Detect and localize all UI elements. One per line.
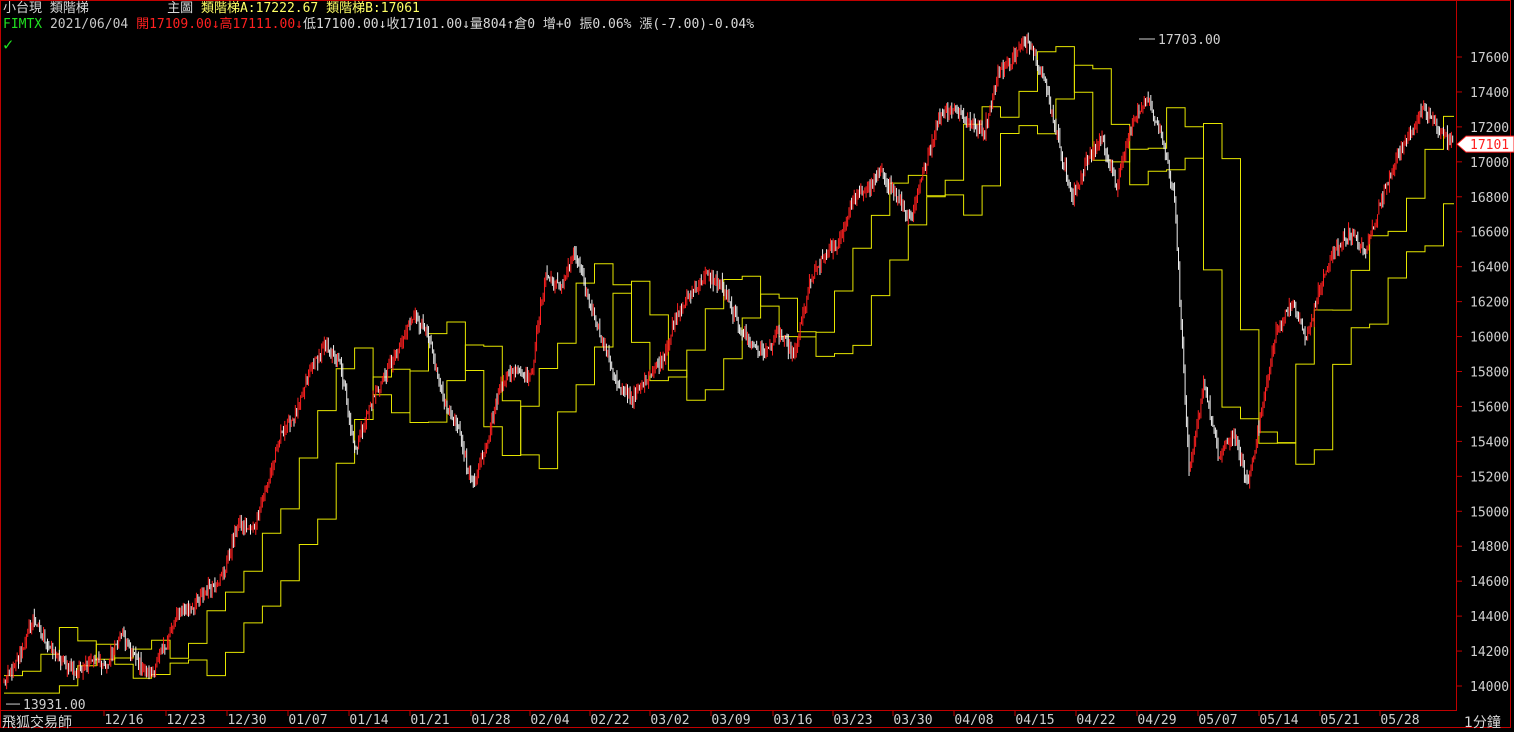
- quote-change: 漲(-7.00)-0.04%: [639, 17, 755, 32]
- indicator-name: 類階梯: [49, 1, 89, 16]
- y-tick-label: 14400: [1470, 610, 1509, 625]
- x-tick-label: 04/29: [1137, 713, 1176, 728]
- y-tick-label: 14000: [1470, 680, 1509, 695]
- symbol-name: 小台現: [3, 1, 43, 16]
- x-tick-label: 03/09: [711, 713, 750, 728]
- quote-bar: FIMTX 2021/06/04 開17109.00↓高17111.00↓低17…: [3, 17, 754, 33]
- y-tick-label: 15800: [1470, 366, 1509, 381]
- quote-amplitude: 振0.06%: [579, 17, 632, 32]
- min-label: 13931.00: [23, 698, 86, 713]
- brand-label: 飛狐交易師: [2, 715, 72, 731]
- ladder-b-value: 類階梯B:17061: [326, 1, 420, 16]
- y-tick-label: 15200: [1470, 470, 1509, 485]
- quote-low: 低17100.00: [302, 17, 379, 32]
- y-tick-label: 15400: [1470, 435, 1509, 450]
- x-tick-label: 12/23: [166, 713, 205, 728]
- quote-date: 2021/06/04: [49, 17, 129, 32]
- ladder-lines: [4, 46, 1454, 694]
- quote-volume: 量804: [469, 17, 507, 32]
- x-tick-label: 05/14: [1259, 713, 1298, 728]
- x-tick-label: 04/22: [1076, 713, 1115, 728]
- x-tick-label: 03/16: [773, 713, 812, 728]
- check-icon[interactable]: ✓: [3, 37, 13, 54]
- y-tick-label: 17200: [1470, 121, 1509, 136]
- ladder-a-value: 類階梯A:17222.67: [200, 1, 319, 16]
- ladder-line-b: [4, 64, 1454, 694]
- y-tick-label: 17400: [1470, 86, 1509, 101]
- ladder-line-a: [4, 46, 1454, 677]
- candlestick-chart[interactable]: 14000 14200 14400 14600 14800 15000 15200 15400…: [0, 0, 1514, 731]
- open-arrow-icon: ↓: [211, 17, 220, 32]
- y-tick-label: 16400: [1470, 261, 1509, 276]
- x-axis: 12/16 12/23 12/30 01/07 01/14 01/21 01/28 02/04…: [103, 711, 1420, 728]
- max-label: 17703.00: [1158, 33, 1221, 48]
- y-tick-label: 14200: [1470, 645, 1509, 660]
- x-tick-label: 02/22: [590, 713, 629, 728]
- x-tick-label: 01/07: [288, 713, 327, 728]
- y-tick-label: 16600: [1470, 226, 1509, 241]
- x-tick-label: 04/15: [1015, 713, 1054, 728]
- title-bar: 小台現 類階梯 主圖 類階梯A:17222.67 類階梯B:17061: [3, 1, 420, 17]
- y-tick-label: 15000: [1470, 505, 1509, 520]
- y-tick-label: 14800: [1470, 540, 1509, 555]
- quote-open-interest: 倉0: [514, 17, 536, 32]
- x-tick-label: 03/30: [893, 713, 932, 728]
- x-tick-label: 03/23: [833, 713, 872, 728]
- quote-oi-change: 增+0: [542, 17, 572, 32]
- x-tick-label: 03/02: [650, 713, 689, 728]
- y-tick-label: 17000: [1470, 156, 1509, 171]
- y-tick-label: 15600: [1470, 400, 1509, 415]
- x-tick-label: 05/07: [1198, 713, 1237, 728]
- x-tick-label: 05/28: [1380, 713, 1419, 728]
- annotations: 17703.00 13931.00 17101: [6, 33, 1514, 713]
- x-tick-label: 02/04: [530, 713, 569, 728]
- x-tick-label: 01/14: [349, 713, 388, 728]
- x-tick-label: 12/30: [227, 713, 266, 728]
- y-tick-label: 16000: [1470, 331, 1509, 346]
- quote-high: 高17111.00: [219, 17, 296, 32]
- candles: [3, 32, 1454, 690]
- x-tick-label: 12/16: [104, 713, 143, 728]
- y-tick-label: 16200: [1470, 296, 1509, 311]
- x-tick-label: 04/08: [954, 713, 993, 728]
- chart-label: 主圖: [167, 1, 194, 16]
- quote-close: 收17101.00: [386, 17, 463, 32]
- x-tick-label: 01/28: [471, 713, 510, 728]
- x-tick-label: 01/21: [410, 713, 449, 728]
- y-tick-label: 14600: [1470, 575, 1509, 590]
- x-tick-label: 05/21: [1320, 713, 1359, 728]
- quote-open: 開17109.00: [136, 17, 212, 32]
- last-price-label: 17101: [1470, 138, 1509, 153]
- y-tick-label: 16800: [1470, 191, 1509, 206]
- high-arrow-icon: ↓: [295, 17, 303, 32]
- close-arrow-icon: ↓: [462, 17, 470, 32]
- quote-code: FIMTX: [3, 17, 43, 32]
- y-tick-label: 17600: [1470, 51, 1509, 66]
- period-selector[interactable]: 1分鐘: [1464, 712, 1501, 732]
